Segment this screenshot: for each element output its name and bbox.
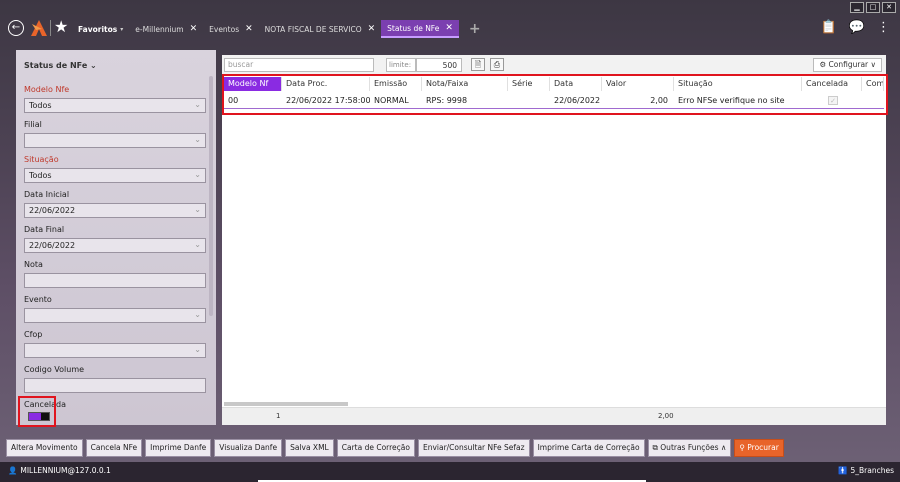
more-vert-icon[interactable]: ⋮: [877, 20, 890, 35]
results-panel: buscar limite: 500 🗎 ⎙ ⚙ Configurar ∨ Mo…: [222, 55, 888, 425]
add-tab-icon[interactable]: +: [469, 21, 481, 37]
chevron-down-icon: ⌄: [194, 240, 201, 249]
tab-favoritos[interactable]: Favoritos ▾: [72, 20, 129, 38]
branch-text: 5_Branches: [850, 466, 895, 475]
chat-icon[interactable]: 💬: [849, 20, 865, 35]
data-inicial-label: Data Inicial: [24, 190, 70, 199]
procurar-label: Procurar: [747, 443, 779, 452]
footer-count: 1: [276, 412, 281, 420]
highlight-box: [222, 74, 888, 115]
minimize-button[interactable]: ▁: [850, 2, 864, 13]
tab-e-millennium[interactable]: e-Millennium ✕: [129, 20, 203, 38]
data-inicial-input[interactable]: 22/06/2022 ⌄: [24, 203, 206, 218]
horizontal-scrollbar[interactable]: [224, 402, 348, 406]
tab-label: e-Millennium: [135, 24, 184, 34]
maximize-button[interactable]: □: [866, 2, 880, 13]
nota-input[interactable]: [24, 273, 206, 288]
filter-panel: Status de NFe ⌄ Modelo Nfe Todos ⌄ Filial…: [16, 50, 216, 425]
user-text: MILLENNIUM@127.0.0.1: [20, 466, 111, 475]
panel-title[interactable]: Status de NFe ⌄: [24, 61, 97, 70]
tab-label: Eventos: [209, 24, 240, 34]
cancela-nfe-button[interactable]: Cancela NFe: [85, 439, 143, 457]
enviar-consultar-button[interactable]: Enviar/Consultar NFe Sefaz: [417, 439, 530, 457]
salva-xml-button[interactable]: Salva XML: [285, 439, 334, 457]
print-icon[interactable]: ⎙: [490, 58, 504, 71]
selected-value: Todos: [29, 171, 52, 180]
chevron-down-icon: ⌄: [194, 310, 201, 319]
grid-toolbar: buscar limite: 500 🗎 ⎙ ⚙ Configurar ∨: [222, 55, 886, 75]
user-icon: 👤: [8, 466, 18, 475]
action-bar: Altera Movimento Cancela NFe Imprime Dan…: [6, 439, 784, 457]
chevron-down-icon: ⌄: [194, 170, 201, 179]
nota-label: Nota: [24, 260, 43, 269]
window-controls: ▁ □ ✕: [850, 2, 896, 13]
close-tab-icon[interactable]: ✕: [190, 24, 198, 34]
filial-select[interactable]: ⌄: [24, 133, 206, 148]
search-input[interactable]: buscar: [224, 58, 374, 72]
clipboard-icon[interactable]: 📋: [821, 20, 837, 35]
modelo-nfe-select[interactable]: Todos ⌄: [24, 98, 206, 113]
user-info: 👤 MILLENNIUM@127.0.0.1: [8, 466, 111, 475]
carta-correcao-button[interactable]: Carta de Correção: [336, 439, 415, 457]
situacao-label: Situação: [24, 155, 59, 164]
procurar-button[interactable]: ⚲ Procurar: [734, 439, 784, 457]
chevron-down-icon: ⌄: [194, 100, 201, 109]
filial-label: Filial: [24, 120, 42, 129]
outras-funcoes-label: Outras Funções ∧: [660, 443, 727, 452]
chevron-down-icon: ⌄: [194, 135, 201, 144]
cfop-select[interactable]: ⌄: [24, 343, 206, 358]
toggle-knob: [41, 413, 49, 420]
close-window-button[interactable]: ✕: [882, 2, 896, 13]
tab-status-nfe[interactable]: Status de NFe ✕: [381, 20, 459, 38]
selected-value: Todos: [29, 101, 52, 110]
visualiza-danfe-button[interactable]: Visualiza Danfe: [214, 439, 283, 457]
divider: [50, 20, 51, 36]
favorites-star-icon[interactable]: ★: [54, 18, 68, 36]
chevron-down-icon: ⌄: [194, 205, 201, 214]
grid-footer: 1 2,00: [222, 407, 886, 425]
close-tab-icon[interactable]: ✕: [445, 23, 453, 33]
panel-scrollbar[interactable]: [209, 76, 213, 316]
limit-input[interactable]: 500: [416, 58, 462, 72]
chevron-down-icon: ▾: [120, 25, 124, 33]
imprime-carta-button[interactable]: Imprime Carta de Correção: [532, 439, 645, 457]
date-value: 22/06/2022: [29, 241, 76, 250]
tab-label: NOTA FISCAL DE SERVICO: [264, 24, 362, 34]
date-value: 22/06/2022: [29, 206, 76, 215]
configurar-button[interactable]: ⚙ Configurar ∨: [813, 58, 882, 72]
tab-label: Status de NFe: [387, 23, 440, 33]
person-icon: 🚹: [838, 466, 848, 475]
top-right-icons: 📋 💬 ⋮: [821, 20, 890, 35]
footer-total: 2,00: [658, 412, 674, 420]
imprime-danfe-button[interactable]: Imprime Danfe: [145, 439, 212, 457]
evento-label: Evento: [24, 295, 52, 304]
status-bar: 👤 MILLENNIUM@127.0.0.1 🚹 5_Branches: [0, 462, 900, 482]
altera-movimento-button[interactable]: Altera Movimento: [6, 439, 83, 457]
branch-info: 🚹 5_Branches: [838, 466, 894, 475]
tab-bar: Favoritos ▾ e-Millennium ✕ Eventos ✕ NOTA F…: [72, 20, 481, 38]
codigo-volume-input[interactable]: [24, 378, 206, 393]
outras-funcoes-button[interactable]: ⧉ Outras Funções ∧: [647, 439, 732, 457]
data-final-input[interactable]: 22/06/2022 ⌄: [24, 238, 206, 253]
export-document-icon[interactable]: 🗎: [471, 58, 485, 71]
limit-label: limite:: [386, 58, 416, 72]
situacao-select[interactable]: Todos ⌄: [24, 168, 206, 183]
tab-label: Favoritos: [78, 24, 118, 34]
chevron-down-icon: ⌄: [90, 61, 97, 70]
data-final-label: Data Final: [24, 225, 65, 234]
modelo-nfe-label: Modelo Nfe: [24, 85, 70, 94]
back-arrow-icon[interactable]: ←: [8, 20, 24, 36]
cancelada-toggle[interactable]: [28, 412, 50, 421]
cfop-label: Cfop: [24, 330, 43, 339]
close-tab-icon[interactable]: ✕: [368, 24, 376, 34]
title-bar: ▁ □ ✕ ← ★ Favoritos ▾ e-Millennium ✕ Event…: [0, 0, 900, 40]
codigo-volume-label: Codigo Volume: [24, 365, 85, 374]
close-tab-icon[interactable]: ✕: [245, 24, 253, 34]
evento-select[interactable]: ⌄: [24, 308, 206, 323]
tab-nota-fiscal-servico[interactable]: NOTA FISCAL DE SERVICO ✕: [259, 20, 381, 38]
millennium-logo-icon: [31, 20, 47, 36]
tab-eventos[interactable]: Eventos ✕: [203, 20, 259, 38]
chevron-down-icon: ⌄: [194, 345, 201, 354]
